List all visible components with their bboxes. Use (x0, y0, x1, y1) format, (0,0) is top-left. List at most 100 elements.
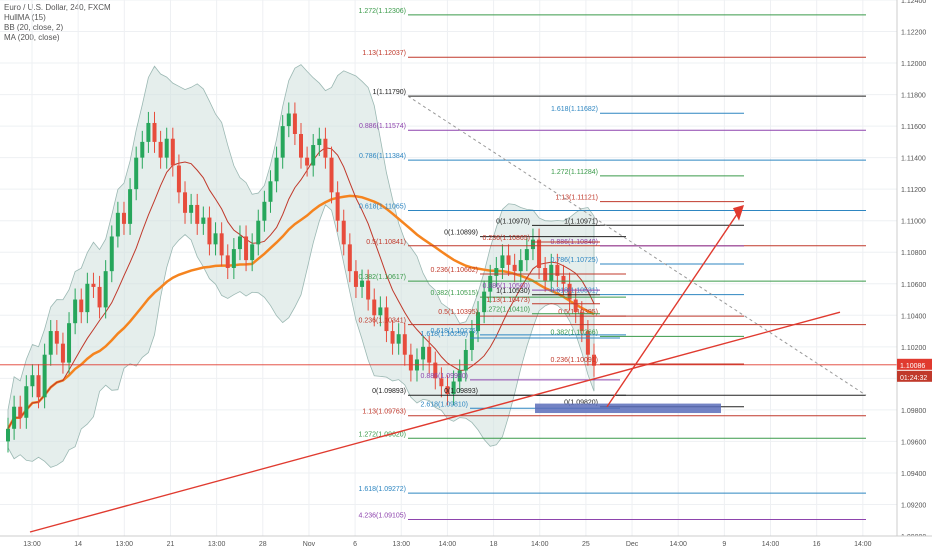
price-tick-label: 1.09600 (901, 439, 926, 446)
candle-body (12, 406, 17, 429)
fib-level-label: 1.13(1.11121) (555, 195, 598, 202)
time-tick-label: 14:00 (439, 541, 457, 548)
fib-level-label: 0.886(1.09990) (421, 373, 468, 380)
fib-level-label: 0.382(1.10617) (359, 274, 406, 281)
candle-body (189, 204, 194, 213)
time-axis-bg (0, 536, 932, 550)
price-tick-label: 1.10200 (901, 345, 926, 352)
candle-body (524, 249, 529, 261)
candle-body (140, 141, 145, 158)
countdown-label: 01:24:32 (900, 375, 927, 382)
candle-body (530, 239, 535, 250)
candle-body (225, 255, 230, 268)
candle-body (323, 138, 328, 158)
price-tick-label: 1.09400 (901, 471, 926, 478)
candle-body (268, 181, 273, 202)
fib-level-label: 1(1.11790) (373, 89, 406, 96)
price-tick-label: 1.12200 (901, 30, 926, 37)
candle-body (286, 113, 291, 127)
fib-level-label: 1.618(1.11682) (551, 106, 598, 113)
candle-body (305, 157, 310, 166)
candle-body (54, 331, 59, 344)
fib-level-label: 0(1.10899) (444, 230, 478, 237)
time-tick-label: Dec (626, 541, 639, 548)
candle-body (244, 236, 249, 261)
candle-body (421, 346, 426, 360)
fib-level-label: 2.618(1.09810) (421, 401, 468, 408)
candle-body (48, 331, 53, 355)
price-tick-label: 1.12000 (901, 61, 926, 68)
candle-body (164, 138, 169, 158)
fib-level-label: 1.272(1.11284) (551, 169, 598, 176)
fib-level-label: 0.236(1.10662) (431, 267, 478, 274)
candle-body (115, 212, 120, 237)
fib-level-label: 1.13(1.10473) (486, 297, 530, 304)
price-tick-label: 1.12400 (901, 0, 926, 5)
time-tick-label: 18 (490, 541, 498, 548)
candle-body (280, 126, 285, 158)
candle-body (73, 299, 78, 324)
price-tick-label: 1.11800 (901, 93, 926, 100)
candle-body (329, 157, 334, 193)
candle-body (427, 346, 432, 363)
time-tick-label: 14 (74, 541, 82, 548)
candle-body (494, 268, 499, 276)
time-tick-label: 13:00 (392, 541, 410, 548)
candle-body (6, 428, 10, 442)
candle-body (408, 354, 413, 371)
candle-body (183, 192, 188, 213)
candle-body (146, 122, 151, 142)
projection-arrow (606, 212, 739, 408)
price-chart-svg[interactable]: 1.272(1.12306) 1.13(1.12037) 1(1.11790) 0.8… (0, 0, 932, 550)
candle-body (67, 323, 72, 363)
fib-level-label: 1(1.10530) (496, 288, 530, 295)
time-tick-label: 16 (813, 541, 821, 548)
candle-body (79, 299, 84, 313)
price-tick-label: 1.09200 (901, 502, 926, 509)
fib-level-label: 0.786(1.10725) (551, 257, 598, 264)
time-tick-label: 21 (167, 541, 175, 548)
candle-body (506, 255, 511, 265)
candle-body (103, 271, 108, 308)
candle-body (250, 244, 255, 261)
price-tick-label: 1.11000 (901, 219, 926, 226)
fib-level-label: 1.272(1.12306) (359, 8, 406, 15)
fib-level-label: 0.382(1.10515) (431, 290, 478, 297)
candle-body (42, 354, 47, 398)
fib-level-label: 1(1.10971) (564, 218, 598, 225)
fib-level-label: 0(1.09893) (444, 388, 478, 395)
fib-level-label: 0.5(1.10841) (366, 239, 406, 246)
fib-level-label: 0.886(1.11574) (359, 123, 406, 130)
candle-body (299, 134, 303, 158)
candle-body (402, 334, 407, 355)
fib-level-label: 0.786(1.11384) (359, 153, 406, 160)
time-tick-label: 6 (353, 541, 357, 548)
price-axis-bg (897, 0, 932, 550)
candle-body (85, 283, 90, 313)
fib-level-label: 0(1.10970) (496, 218, 530, 225)
fib-level-label: 1.618(1.09272) (359, 486, 406, 493)
time-tick-label: 13:00 (23, 541, 41, 548)
time-tick-label: 14:00 (762, 541, 780, 548)
target-zone (535, 403, 721, 414)
fib-level-label: 0.236(1.10341) (359, 318, 406, 325)
candle-body (195, 204, 200, 224)
candle-body (134, 157, 139, 190)
candle-body (561, 275, 566, 284)
candle-body (231, 249, 236, 268)
candle-body (537, 239, 542, 268)
candle-body (311, 145, 316, 166)
candle-body (463, 349, 468, 371)
candle-body (353, 271, 358, 287)
candle-body (158, 141, 163, 158)
price-tick-label: 1.11400 (901, 156, 926, 163)
candle-body (390, 331, 395, 344)
candle-body (121, 212, 126, 224)
time-tick-label: 14:00 (854, 541, 872, 548)
candle-body (97, 286, 102, 308)
candle-body (372, 299, 377, 316)
candle-body (512, 264, 517, 272)
time-tick-label: 14:00 (669, 541, 687, 548)
fib-level-label: 0.236(1.10091) (551, 357, 598, 364)
candle-body (91, 283, 96, 287)
